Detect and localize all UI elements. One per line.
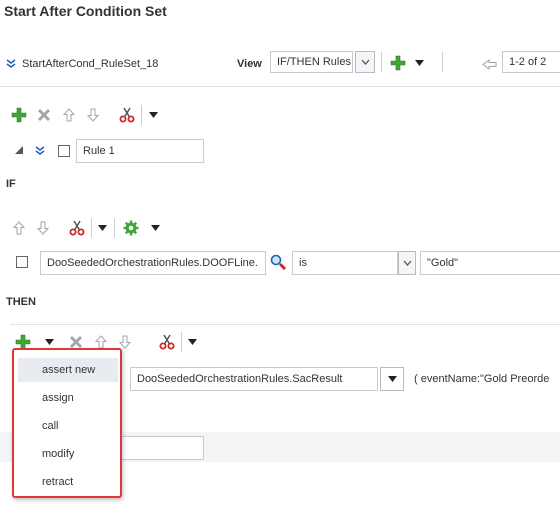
rule-name-field[interactable]: Rule 1 [76, 139, 204, 163]
then-section-label: THEN [6, 296, 36, 308]
add-rule-icon[interactable] [389, 54, 407, 72]
chevron-down-icon [403, 260, 411, 266]
menu-item-assert-new[interactable]: assert new [18, 358, 118, 382]
menu-item-label: modify [42, 448, 75, 460]
previous-page-arrow-icon[interactable] [481, 58, 497, 70]
ruleset-name: StartAfterCond_RuleSet_18 [22, 58, 159, 70]
add-menu-dropdown-icon[interactable] [413, 58, 425, 68]
view-select-value: IF/THEN Rules [277, 56, 351, 68]
page-title: Start After Condition Set [4, 3, 167, 19]
menu-item-assign[interactable]: assign [18, 386, 118, 410]
view-select[interactable]: IF/THEN Rules [270, 51, 353, 73]
cut-icon[interactable] [158, 333, 176, 351]
menu-item-modify[interactable]: modify [18, 442, 118, 466]
pager-range: 1-2 of 2 [502, 51, 560, 73]
expand-triangle-icon[interactable] [14, 145, 24, 155]
operator-dropdown-button[interactable] [398, 251, 416, 275]
menu-item-label: assert new [42, 364, 96, 376]
gear-icon[interactable] [122, 219, 140, 237]
divider [0, 86, 560, 87]
action-type-menu: assert new assign call modify retract [12, 348, 122, 498]
add-action-dropdown-icon[interactable] [44, 338, 54, 346]
move-up-icon[interactable] [12, 220, 26, 236]
menu-item-label: retract [42, 476, 74, 488]
view-label: View [237, 58, 262, 70]
collapse-double-chevron-icon[interactable] [5, 58, 17, 70]
view-dropdown-button[interactable] [355, 51, 375, 73]
search-icon[interactable] [269, 253, 287, 271]
cut-icon[interactable] [68, 219, 86, 237]
cut-icon[interactable] [118, 106, 136, 124]
operator-select[interactable]: is [292, 251, 398, 275]
action-fact-value: DooSeededOrchestrationRules.SacResult [137, 373, 343, 385]
action-arguments[interactable]: ( eventName:"Gold Preorde [414, 373, 549, 385]
rule-checkbox[interactable] [58, 145, 70, 157]
menu-item-retract[interactable]: retract [18, 470, 118, 494]
delete-icon[interactable] [36, 107, 52, 123]
condition-dropdown-icon[interactable] [150, 224, 160, 232]
move-down-icon[interactable] [86, 107, 100, 123]
menu-item-label: call [42, 420, 59, 432]
rule-name-value: Rule 1 [83, 145, 115, 157]
action-fact-dropdown-button[interactable] [380, 367, 404, 391]
dropdown-triangle-icon [387, 376, 397, 382]
pager-text: 1-2 of 2 [509, 56, 547, 68]
condition-field-input[interactable]: DooSeededOrchestrationRules.DOOFLine. [40, 251, 266, 275]
divider [10, 324, 560, 325]
move-down-icon[interactable] [36, 220, 50, 236]
more-actions-dropdown-icon[interactable] [187, 338, 197, 346]
condition-checkbox[interactable] [16, 256, 28, 268]
action-fact-select[interactable]: DooSeededOrchestrationRules.SacResult [130, 367, 378, 391]
condition-value-input[interactable]: "Gold" [420, 251, 560, 275]
operator-value: is [299, 257, 307, 269]
menu-item-label: assign [42, 392, 74, 404]
add-icon[interactable] [10, 106, 28, 124]
more-actions-dropdown-icon[interactable] [148, 111, 158, 119]
menu-item-call[interactable]: call [18, 414, 118, 438]
collapse-double-chevron-icon[interactable] [34, 145, 46, 157]
chevron-down-icon [361, 59, 369, 65]
condition-value-text: "Gold" [427, 257, 459, 269]
move-up-icon[interactable] [62, 107, 76, 123]
condition-field-value: DooSeededOrchestrationRules.DOOFLine. [47, 257, 258, 269]
if-section-label: IF [6, 178, 16, 190]
more-actions-dropdown-icon[interactable] [97, 224, 107, 232]
